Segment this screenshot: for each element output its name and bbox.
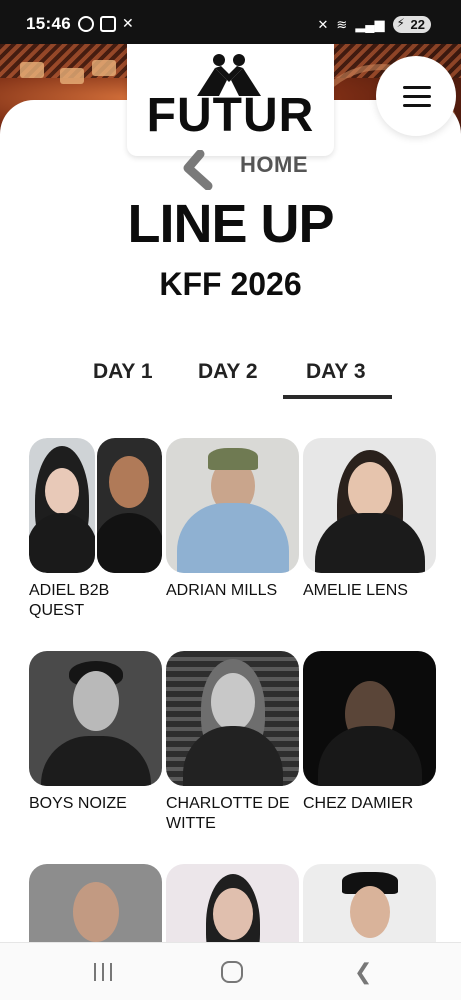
hamburger-icon bbox=[403, 95, 431, 98]
page-subtitle: KFF 2026 bbox=[159, 266, 302, 302]
artist-photo-right bbox=[96, 438, 162, 573]
artist-name: ADRIAN MILLS bbox=[166, 582, 278, 599]
page-title: LINE UP bbox=[127, 194, 334, 254]
artist-photo bbox=[166, 651, 299, 786]
artist-photo bbox=[303, 651, 436, 786]
artist-photo bbox=[29, 651, 162, 786]
status-time: 15:46 bbox=[26, 14, 71, 33]
artist-name: BOYS NOIZE bbox=[29, 795, 127, 812]
artist-photo bbox=[166, 438, 299, 573]
signal-icon: ▂▄▆ bbox=[355, 16, 385, 32]
stage-light bbox=[60, 68, 84, 84]
status-bar: 15:46 ✕ ✕ ≋ ▂▄▆ 22 bbox=[0, 0, 461, 44]
stage-light bbox=[92, 60, 116, 76]
screenshot-icon bbox=[100, 16, 116, 32]
mute-icon: ✕ bbox=[317, 16, 329, 32]
system-nav-bar: ❮ bbox=[0, 942, 461, 1000]
artist-card[interactable]: CHARLOTTE DE WITTE bbox=[166, 651, 299, 834]
artist-name: ADIEL B2B QUEST bbox=[29, 582, 110, 619]
wifi-icon: ≋ bbox=[336, 16, 348, 32]
artist-name: CHARLOTTE DE WITTE bbox=[166, 795, 290, 832]
menu-button[interactable] bbox=[376, 56, 456, 136]
artist-card[interactable]: CHEZ DAMIER bbox=[303, 651, 436, 814]
tab-day-1[interactable]: DAY 1 bbox=[93, 360, 153, 384]
artist-card[interactable]: AMELIE LENS bbox=[303, 438, 436, 601]
home-label: HOME bbox=[240, 152, 308, 177]
status-icons-right: ✕ ≋ ▂▄▆ 22 bbox=[317, 16, 431, 33]
battery-icon: 22 bbox=[392, 16, 431, 33]
artist-photo-left bbox=[29, 438, 95, 573]
active-tab-indicator bbox=[283, 395, 392, 399]
artist-card[interactable]: ADRIAN MILLS bbox=[166, 438, 299, 601]
tab-day-2[interactable]: DAY 2 bbox=[198, 360, 258, 384]
whatsapp-icon bbox=[78, 16, 94, 32]
artist-name: AMELIE LENS bbox=[303, 582, 408, 599]
artist-name: CHEZ DAMIER bbox=[303, 795, 414, 812]
logo-card[interactable]: FUTUR bbox=[127, 44, 334, 156]
artist-card[interactable]: ADIEL B2B QUEST bbox=[29, 438, 162, 621]
status-icons-left: ✕ bbox=[78, 16, 138, 32]
hamburger-icon bbox=[403, 104, 431, 107]
stage-light bbox=[20, 62, 44, 78]
missed-call-icon: ✕ bbox=[122, 15, 134, 31]
tab-day-3[interactable]: DAY 3 bbox=[306, 360, 366, 384]
back-icon[interactable]: ❮ bbox=[354, 959, 372, 985]
artist-card[interactable]: BOYS NOIZE bbox=[29, 651, 162, 814]
recent-apps-icon[interactable] bbox=[93, 963, 113, 981]
artist-photo bbox=[303, 438, 436, 573]
home-icon[interactable] bbox=[221, 961, 243, 983]
chevron-left-icon bbox=[183, 150, 213, 190]
logo-text: FUTUR bbox=[146, 89, 315, 142]
hamburger-icon bbox=[403, 86, 431, 89]
battery-level: 22 bbox=[410, 17, 425, 32]
artist-photo bbox=[29, 438, 162, 573]
